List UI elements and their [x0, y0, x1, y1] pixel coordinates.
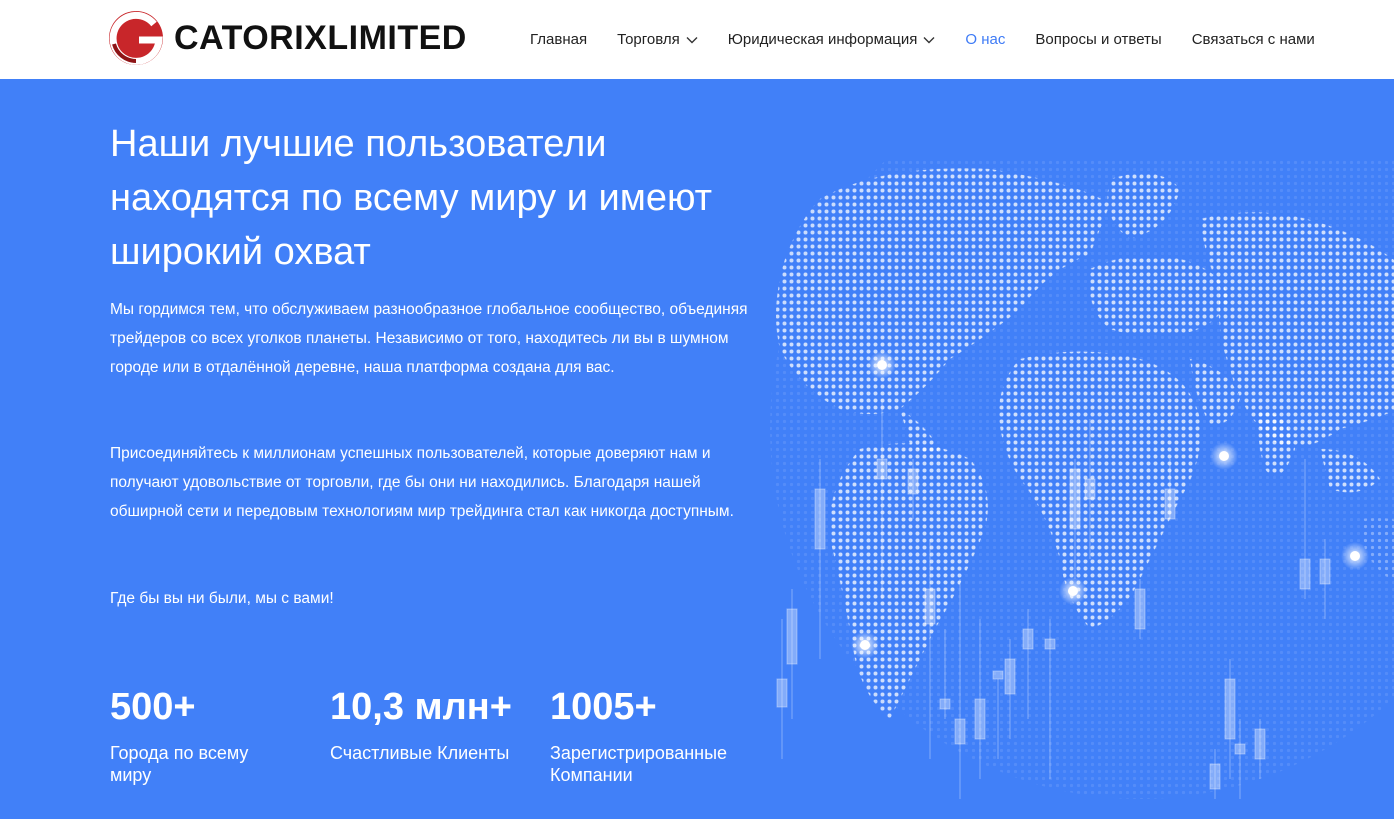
nav-item-about[interactable]: О нас: [965, 31, 1005, 48]
stat-companies: 1005+ Зарегистрированные Компании: [550, 684, 750, 786]
nav-item-home[interactable]: Главная: [530, 31, 587, 48]
nav-item-label: Связаться с нами: [1191, 31, 1315, 48]
nav-item-legal[interactable]: Юридическая информация: [728, 31, 936, 48]
brand-name: CATORIXLIMITED: [174, 18, 467, 57]
hero-paragraph-1: Мы гордимся тем, что обслуживаем разнооб…: [110, 301, 748, 376]
nav-item-label: Вопросы и ответы: [1035, 31, 1162, 48]
hero-section: Наши лучшие пользователи находятся по вс…: [0, 79, 1394, 819]
stat-clients: 10,3 млн+ Счастливые Клиенты: [330, 684, 530, 764]
site-header: CATORIXLIMITED Главная Торговля Юридичес…: [0, 0, 1394, 79]
nav-item-faq[interactable]: Вопросы и ответы: [1035, 31, 1161, 48]
nav-item-label: Юридическая информация: [727, 31, 918, 48]
brand-logo[interactable]: CATORIXLIMITED: [108, 10, 467, 66]
chevron-down-icon: [686, 36, 698, 43]
hero-title: Наши лучшие пользователи находятся по вс…: [110, 123, 713, 273]
nav-item-label: Главная: [530, 31, 588, 48]
nav-item-label: Торговля: [617, 31, 680, 48]
dotted-globe-illustration: [770, 159, 1394, 799]
stat-value: 1005+: [550, 686, 657, 728]
hero-paragraph-2: Присоединяйтесь к миллионам успешных пол…: [110, 445, 734, 520]
nav-item-contact[interactable]: Связаться с нами: [1192, 31, 1315, 48]
hero-paragraph-3: Где бы вы ни были, мы с вами!: [110, 590, 334, 607]
main-nav: Главная Торговля Юридическая информация …: [530, 0, 1315, 79]
stat-cities: 500+ Города по всему миру: [110, 684, 290, 786]
stat-label: Города по всему миру: [110, 743, 249, 785]
chevron-down-icon: [923, 36, 935, 43]
stat-value: 10,3 млн+: [330, 686, 512, 728]
stat-label: Зарегистрированные Компании: [550, 743, 728, 785]
stat-value: 500+: [110, 686, 196, 728]
g-circle-logo-icon: [109, 11, 163, 65]
nav-item-label: О нас: [965, 31, 1006, 48]
stat-label: Счастливые Клиенты: [330, 743, 510, 763]
nav-item-trading[interactable]: Торговля: [617, 31, 698, 48]
